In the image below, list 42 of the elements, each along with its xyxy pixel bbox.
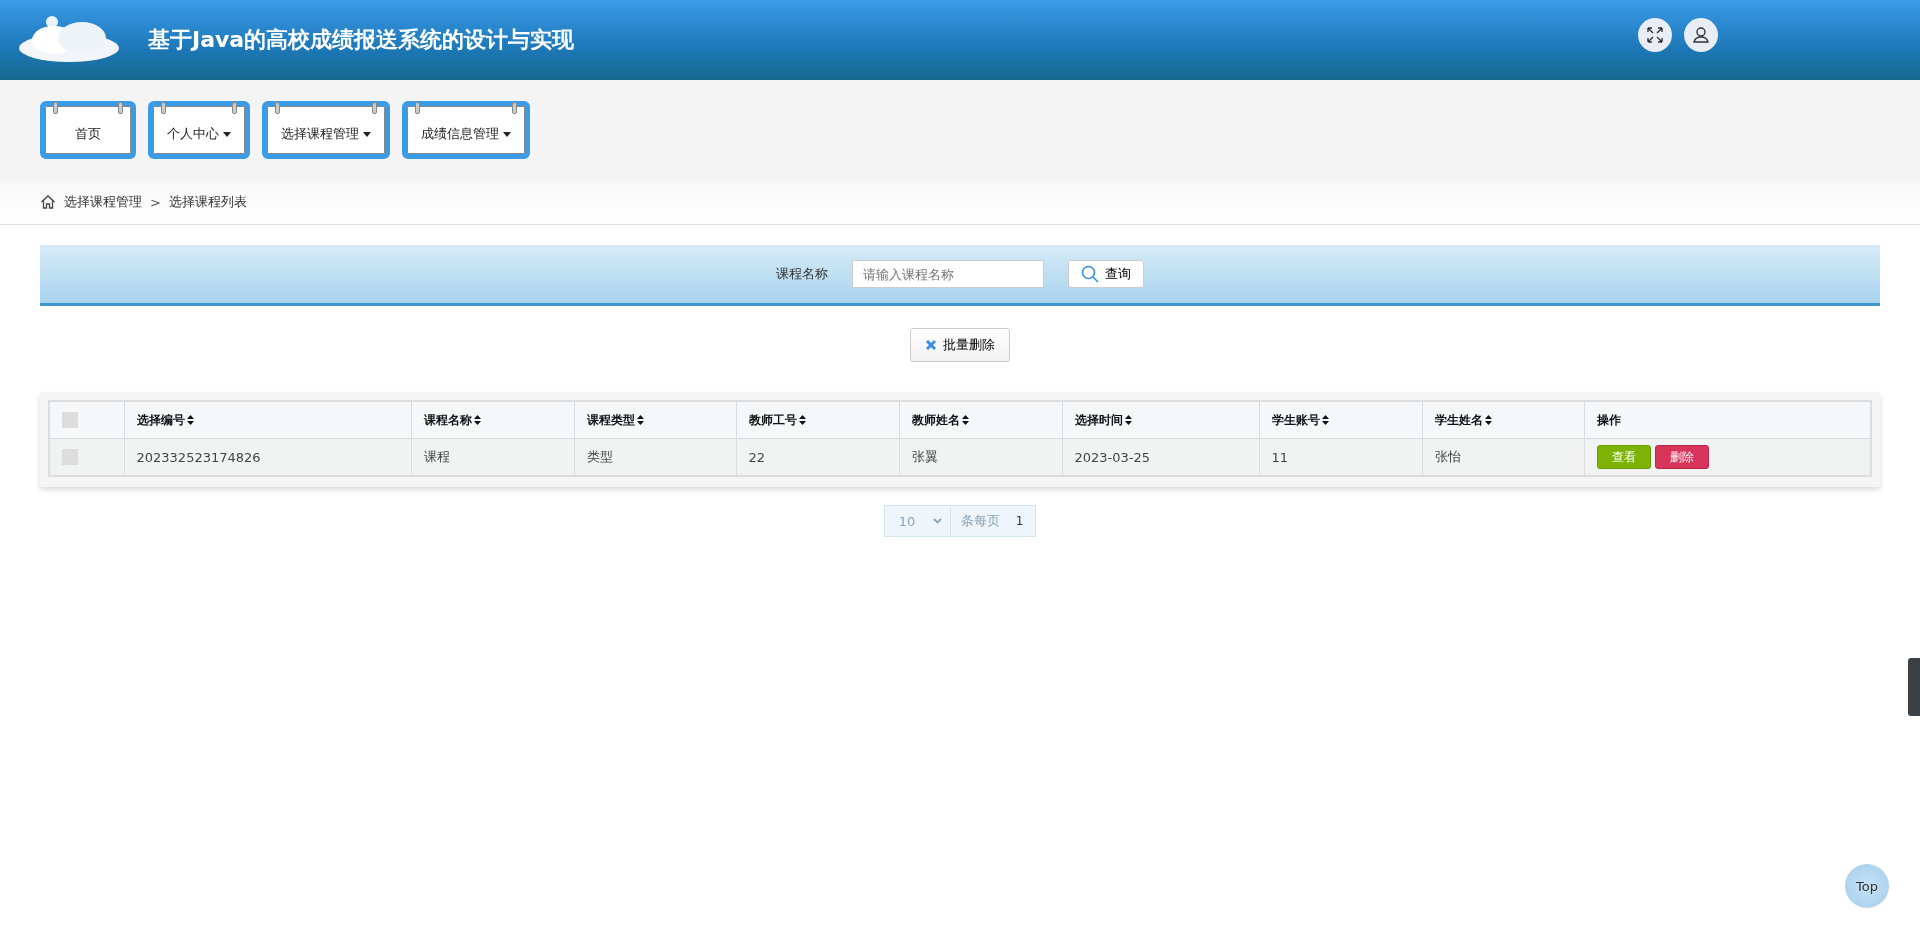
column-header[interactable]: 教师工号 <box>748 411 797 429</box>
column-header[interactable]: 选择时间 <box>1074 411 1123 429</box>
app-title: 基于Java的高校成绩报送系统的设计与实现 <box>148 26 575 54</box>
cross-icon[interactable] <box>925 339 937 351</box>
column-header[interactable]: 选择编号 <box>136 411 185 429</box>
sort-icon[interactable] <box>961 415 969 425</box>
home-icon[interactable] <box>40 194 56 210</box>
fullscreen-icon[interactable] <box>1638 18 1672 52</box>
breadcrumb-separator: > <box>150 194 161 210</box>
nav-menu-button[interactable]: 个人中心 <box>148 101 250 159</box>
column-header[interactable]: 课程类型 <box>586 411 635 429</box>
column-header: 操作 <box>1596 411 1621 429</box>
nav-menu-button[interactable]: 选择课程管理 <box>262 101 390 159</box>
breadcrumb-item[interactable]: 选择课程管理 <box>64 193 142 211</box>
sort-icon[interactable] <box>1124 415 1132 425</box>
search-button[interactable]: 查询 <box>1068 260 1144 288</box>
caret-icon[interactable] <box>503 131 511 137</box>
search-icon[interactable] <box>1081 265 1099 283</box>
nav-menu-button[interactable]: 成绩信息管理 <box>402 101 530 159</box>
select-all-checkbox[interactable] <box>62 412 78 428</box>
back-to-top-button[interactable]: Top <box>1845 864 1889 908</box>
column-header[interactable]: 学生姓名 <box>1434 411 1483 429</box>
batch-delete-button[interactable]: 批量删除 <box>910 328 1010 362</box>
sort-icon[interactable] <box>186 415 194 425</box>
caret-icon[interactable] <box>223 131 231 137</box>
sort-icon[interactable] <box>798 415 806 425</box>
nav-menu-button[interactable]: 首页 <box>40 101 136 159</box>
per-page-label: 条每页 <box>959 512 1001 530</box>
search-label: 课程名称 <box>776 265 828 283</box>
sort-icon[interactable] <box>1484 415 1492 425</box>
page-number[interactable]: 1 <box>1009 514 1036 528</box>
sort-icon[interactable] <box>636 415 644 425</box>
column-header[interactable]: 课程名称 <box>423 411 472 429</box>
delete-button[interactable]: 删除 <box>1654 445 1709 469</box>
sort-icon[interactable] <box>1321 415 1329 425</box>
breadcrumb-item: 选择课程列表 <box>168 193 247 211</box>
caret-icon[interactable] <box>363 131 371 137</box>
sort-icon[interactable] <box>473 415 481 425</box>
user-icon[interactable] <box>1684 18 1718 52</box>
course-name-field[interactable]: 请输入课程名称 <box>852 260 1044 288</box>
column-header[interactable]: 教师姓名 <box>911 411 960 429</box>
column-header[interactable]: 学生账号 <box>1271 411 1320 429</box>
